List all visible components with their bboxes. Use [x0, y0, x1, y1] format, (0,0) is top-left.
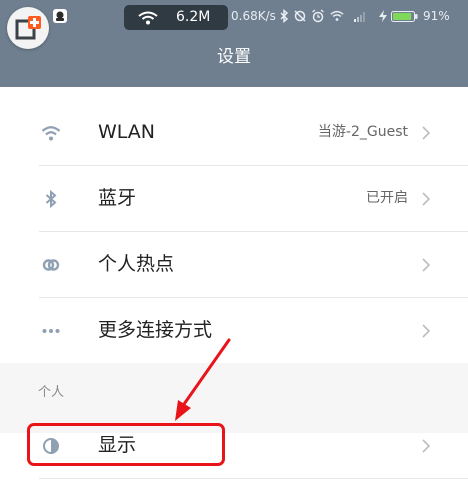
annotation-arrow	[175, 338, 231, 421]
